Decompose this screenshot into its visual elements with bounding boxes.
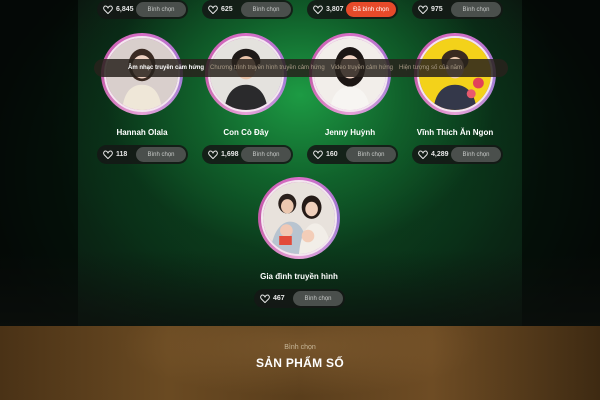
vote-bar: 4,289 Bình chọn [412, 145, 503, 164]
tab-tv-program[interactable]: Chương trình truyền hình truyền cảm hứng [210, 65, 325, 71]
heart-icon [208, 150, 218, 159]
category-tabs: Âm nhạc truyền cảm hứng Chương trình tru… [94, 59, 508, 77]
section-kicker: Bình chọn [284, 344, 316, 351]
vote-button[interactable]: Bình chọn [136, 147, 186, 162]
product-section: Bình chọn SẢN PHẨM SỐ [0, 326, 600, 400]
avatar [261, 180, 337, 256]
vote-bar: 625 Bình chọn [202, 0, 293, 19]
vote-button[interactable]: Bình chọn [451, 147, 501, 162]
vote-bar: 160 Bình chọn [307, 145, 398, 164]
tab-digital-phenomenon[interactable]: Hiện tượng số của năm [399, 65, 462, 71]
candidate-name: Vĩnh Thích Ăn Ngon [416, 128, 494, 137]
heart-icon [313, 5, 323, 14]
candidate-name: Con Cò Đây [223, 128, 269, 137]
tab-music[interactable]: Âm nhạc truyền cảm hứng [128, 65, 204, 71]
heart-icon [313, 150, 323, 159]
tab-video[interactable]: Video truyền cảm hứng [331, 65, 393, 71]
vote-button[interactable]: Bình chọn [241, 147, 291, 162]
candidate-name: Gia đình truyền hình [260, 272, 338, 281]
section-title: SẢN PHẨM SỐ [256, 356, 344, 370]
bottom-fade [0, 250, 600, 326]
voted-button[interactable]: Đã bình chọn [346, 2, 396, 17]
heart-icon [418, 150, 428, 159]
candidate-avatar[interactable] [258, 177, 340, 259]
vote-button[interactable]: Bình chọn [293, 291, 343, 306]
vote-bar: 118 Bình chọn [97, 145, 188, 164]
heart-icon [208, 5, 218, 14]
vote-button[interactable]: Bình chọn [136, 2, 186, 17]
heart-icon [418, 5, 428, 14]
heart-icon [103, 5, 113, 14]
heart-icon [260, 294, 270, 303]
portrait-image [263, 182, 335, 254]
vote-bar: 3,807 Đã bình chọn [307, 0, 398, 19]
vote-button[interactable]: Bình chọn [346, 147, 396, 162]
candidate-name: Hannah Olala [116, 128, 168, 137]
vote-button[interactable]: Bình chọn [241, 2, 291, 17]
vote-bar: 467 Bình chọn [254, 289, 345, 308]
candidate-name: Jenny Huỳnh [324, 128, 376, 137]
heart-icon [103, 150, 113, 159]
vote-section: 6,845 Bình chọn 625 Bình chọn 3,807 Đã b… [0, 0, 600, 326]
vote-bar: 6,845 Bình chọn [97, 0, 188, 19]
vote-bar: 1,698 Bình chọn [202, 145, 293, 164]
vote-button[interactable]: Bình chọn [451, 2, 501, 17]
vote-bar: 975 Bình chọn [412, 0, 503, 19]
